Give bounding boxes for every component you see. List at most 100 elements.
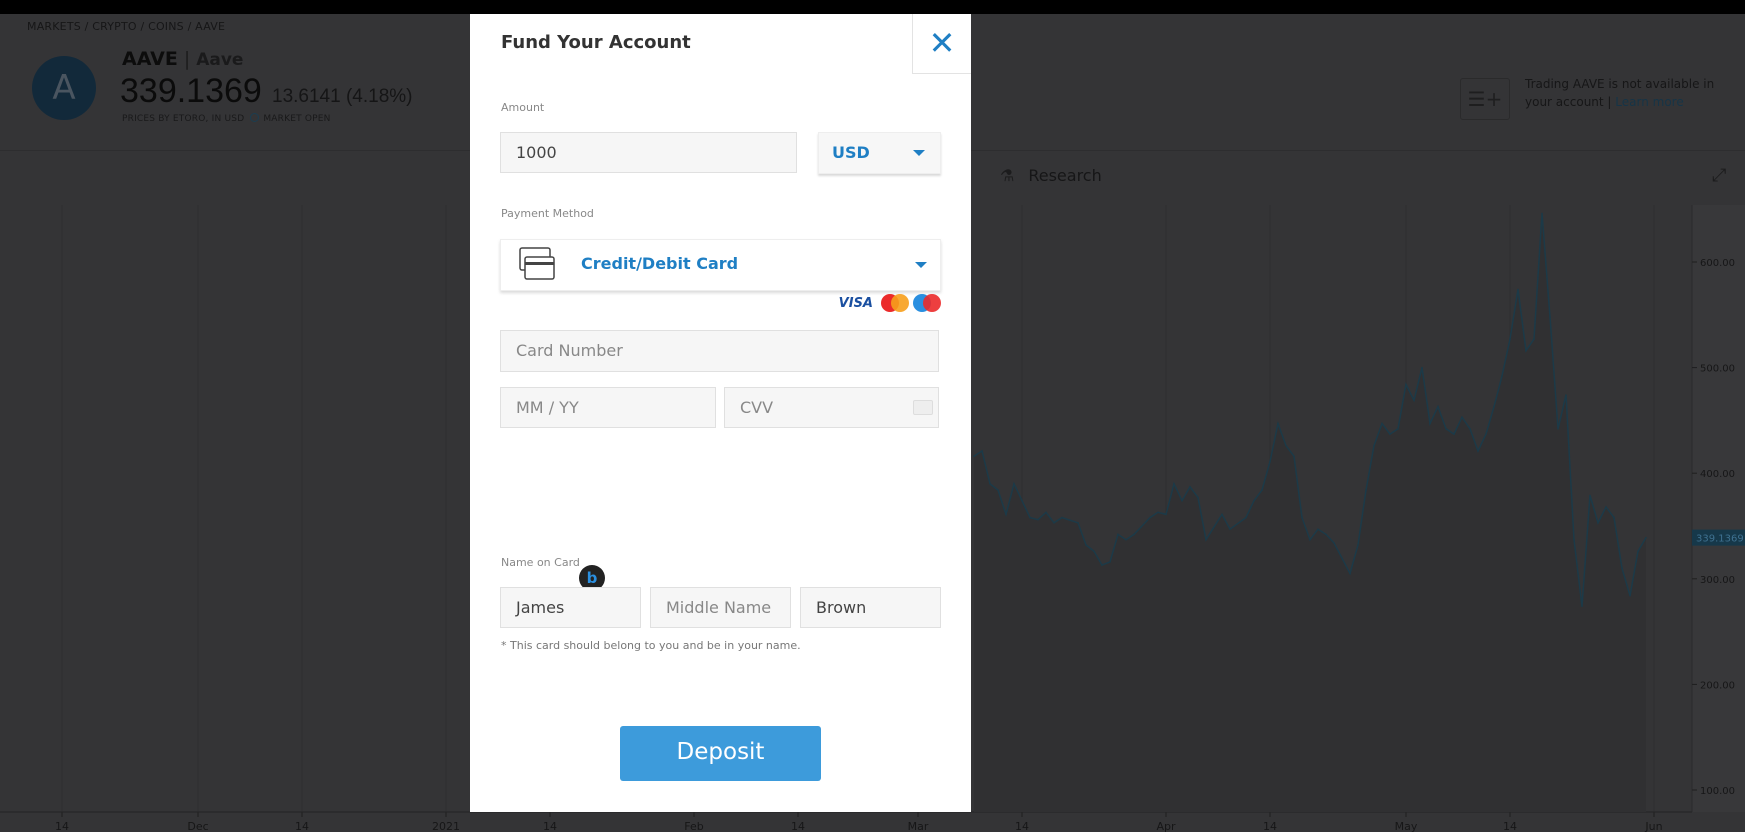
price-point (1373, 444, 1375, 447)
x-tick-label: Jun (1644, 820, 1662, 832)
y-tick-label: 400.00 (1700, 469, 1735, 480)
price-point (989, 482, 991, 485)
price-point (1549, 316, 1551, 318)
card-number-input[interactable]: Card Number (500, 330, 939, 372)
price-point (1021, 499, 1023, 502)
price-point (1053, 522, 1055, 524)
price-point (1029, 516, 1031, 519)
price-point (1493, 405, 1495, 408)
price-point (1429, 422, 1431, 425)
research-label: Research (1028, 166, 1102, 185)
price-point (1557, 428, 1559, 430)
price-point (1605, 506, 1607, 508)
price-point (1277, 422, 1279, 425)
price-point (1157, 511, 1159, 514)
price-point (1285, 444, 1287, 447)
price-point (1085, 544, 1087, 546)
x-tick-label: Dec (187, 820, 208, 832)
x-tick-label: May (1395, 820, 1418, 832)
x-tick-label: 14 (543, 820, 557, 832)
middle-name-input[interactable]: Middle Name (650, 587, 791, 628)
x-tick-label: Apr (1156, 820, 1176, 832)
aave-logo: A (32, 56, 96, 120)
x-tick-label: 14 (55, 820, 69, 832)
price-point (1173, 482, 1175, 485)
price-point (1461, 416, 1463, 419)
price-point (1117, 533, 1119, 536)
price-point (1093, 550, 1095, 553)
y-tick-label: 100.00 (1700, 786, 1735, 797)
name-on-card-label: Name on Card (501, 556, 580, 569)
price-point (1629, 594, 1631, 597)
card-ownership-note: * This card should belong to you and be … (501, 639, 801, 652)
price-point (1645, 536, 1647, 539)
cvv-card-icon (913, 400, 933, 415)
price-point (1165, 513, 1167, 516)
top-bar (0, 0, 1745, 14)
fund-account-modal: Fund Your Account ✕ Amount 1000 USD Paym… (470, 14, 971, 812)
price-point (1589, 494, 1591, 497)
price-point (1317, 528, 1319, 530)
price-point (1509, 338, 1511, 340)
price-point (1149, 516, 1151, 519)
price-point (1101, 564, 1103, 566)
cvv-input[interactable]: CVV (724, 387, 939, 428)
price-point (1197, 496, 1199, 499)
title-separator: | (183, 48, 191, 70)
price-point (1573, 538, 1575, 541)
price-point (1389, 433, 1391, 435)
y-tick-label: 200.00 (1700, 680, 1735, 691)
price-point (1437, 405, 1439, 408)
expand-icon[interactable]: ⤢ (1712, 165, 1726, 186)
close-button[interactable]: ✕ (912, 14, 971, 74)
add-to-watchlist-icon[interactable]: ☰+ (1460, 78, 1510, 120)
price-point (1357, 544, 1359, 546)
price-point (1581, 605, 1583, 608)
chevron-down-icon (913, 150, 925, 156)
price-point (1253, 499, 1255, 502)
tab-research[interactable]: ⚗ Research (1000, 166, 1102, 185)
credit-card-icon (519, 247, 555, 280)
price-point (981, 450, 983, 452)
maestro-logo (913, 294, 941, 312)
learn-more-link[interactable]: Learn more (1615, 95, 1683, 109)
breadcrumb[interactable]: MARKETS / CRYPTO / COINS / AAVE (27, 20, 225, 33)
price-point (1221, 513, 1223, 516)
price-point (973, 455, 975, 458)
price-point (1205, 538, 1207, 541)
price-point (1077, 522, 1079, 524)
price-point (1533, 338, 1535, 340)
price-point (1541, 212, 1543, 215)
currency-select[interactable]: USD (818, 132, 941, 174)
last-name-input[interactable]: Brown (800, 587, 941, 628)
price-point (1005, 513, 1007, 516)
cvv-placeholder: CVV (740, 398, 774, 417)
price-point (1245, 516, 1247, 519)
x-tick-label: 14 (1015, 820, 1029, 832)
y-axis-panel (1692, 205, 1745, 812)
currency-value: USD (832, 143, 870, 162)
close-icon: ✕ (928, 24, 956, 62)
amount-input[interactable]: 1000 (500, 132, 797, 173)
payment-method-select[interactable]: Credit/Debit Card (500, 239, 941, 291)
expiry-input[interactable]: MM / YY (500, 387, 716, 428)
modal-title: Fund Your Account (501, 32, 691, 53)
price-point (1613, 516, 1615, 519)
price-point (1413, 399, 1415, 402)
source-text: PRICES BY ETORO, IN USD (122, 114, 245, 124)
price-point (1349, 572, 1351, 575)
price-point (1621, 567, 1623, 570)
price-source: PRICES BY ETORO, IN USD MARKET OPEN (122, 113, 331, 124)
price-point (1453, 433, 1455, 435)
asset-symbol: AAVE (122, 48, 178, 70)
price-point (1229, 528, 1231, 530)
deposit-button[interactable]: Deposit (620, 726, 821, 781)
price-change: 13.6141 (4.18%) (272, 86, 413, 107)
price-point (1485, 433, 1487, 435)
card-logos: VISA (839, 294, 941, 312)
market-status: MARKET OPEN (263, 114, 331, 124)
price-point (1365, 489, 1367, 491)
chevron-down-icon (915, 262, 927, 268)
visa-logo: VISA (838, 295, 873, 311)
first-name-input[interactable]: James (500, 587, 641, 628)
